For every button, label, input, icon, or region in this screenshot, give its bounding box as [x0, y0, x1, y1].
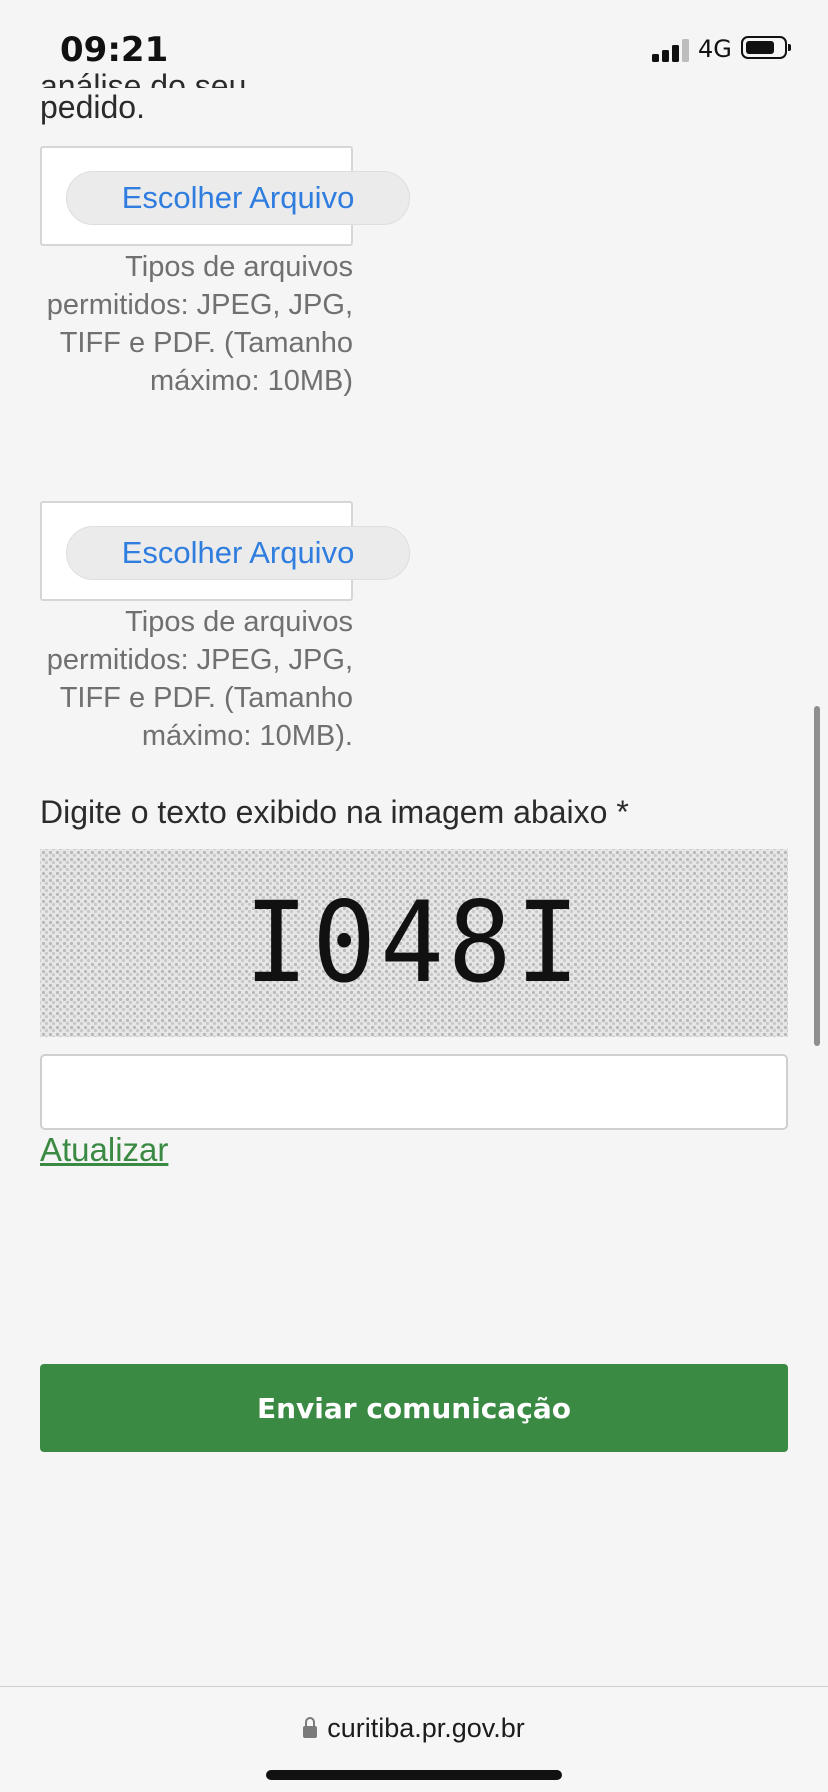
- page-scrollbar[interactable]: [814, 706, 820, 1046]
- home-indicator[interactable]: [266, 1770, 562, 1780]
- refresh-captcha-link[interactable]: Atualizar: [40, 1130, 168, 1170]
- choose-file-button-2[interactable]: Escolher Arquivo: [66, 526, 410, 580]
- address-text: curitiba.pr.gov.br: [327, 1713, 525, 1743]
- page-content: análise do seu pedido. Escolher Arquivo …: [0, 0, 828, 1685]
- captcha-label: Digite o texto exibido na imagem abaixo …: [40, 794, 629, 830]
- submit-button[interactable]: Enviar comunicação: [40, 1364, 788, 1452]
- address-container[interactable]: curitiba.pr.gov.br: [0, 1711, 828, 1745]
- captcha-text: I048I: [244, 877, 584, 1008]
- choose-file-button-1[interactable]: Escolher Arquivo: [66, 171, 410, 225]
- form-description-text: análise do seu pedido.: [40, 68, 246, 126]
- form-description-last-line: pedido.: [40, 89, 145, 125]
- browser-address-bar[interactable]: curitiba.pr.gov.br: [0, 1686, 828, 1792]
- file-upload-2: Escolher Arquivo: [40, 501, 410, 601]
- file-help-text-2: Tipos de arquivos permitidos: JPEG, JPG,…: [46, 606, 353, 752]
- captcha-input[interactable]: [40, 1054, 788, 1130]
- lock-icon: [303, 1717, 318, 1738]
- file-help-text-1: Tipos de arquivos permitidos: JPEG, JPG,…: [46, 251, 353, 397]
- file-upload-1: Escolher Arquivo: [40, 146, 410, 246]
- captcha-image: I048I: [40, 849, 788, 1037]
- form-description-clipped-line: análise do seu: [40, 68, 247, 88]
